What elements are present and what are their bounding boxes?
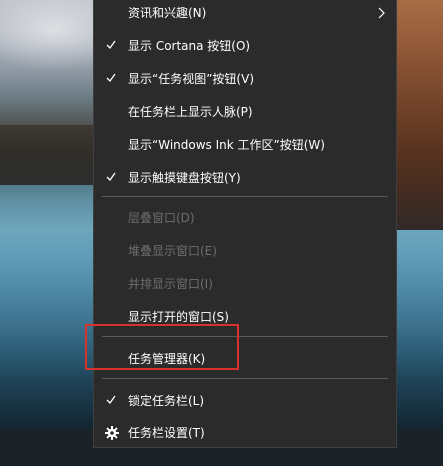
menu-item-show-cortana-button[interactable]: 显示 Cortana 按钮(O) [94,30,396,62]
menu-item-label: 显示 Cortana 按钮(O) [128,39,251,53]
menu-item-label: 显示“Windows Ink 工作区”按钮(W) [128,138,325,152]
checkmark-icon [106,73,116,83]
menu-item-label: 在任务栏上显示人脉(P) [128,105,253,119]
menu-item-lock-taskbar[interactable]: 锁定任务栏(L) [94,385,396,417]
taskbar-context-menu: 资讯和兴趣(N) 显示 Cortana 按钮(O) 显示“任务视图”按钮(V) … [93,0,397,448]
menu-item-label: 资讯和兴趣(N) [128,6,207,20]
menu-separator [102,336,388,337]
menu-item-label: 层叠窗口(D) [128,211,195,225]
menu-item-show-people[interactable]: 在任务栏上显示人脉(P) [94,96,396,128]
menu-item-stack-windows: 堆叠显示窗口(E) [94,235,396,267]
menu-item-label: 显示打开的窗口(S) [128,310,229,324]
wallpaper-rock-right [396,0,443,230]
menu-item-task-manager[interactable]: 任务管理器(K) [94,343,396,375]
menu-item-label: 任务栏设置(T) [128,426,205,440]
menu-item-show-touch-keyboard-button[interactable]: 显示触摸键盘按钮(Y) [94,162,396,194]
menu-item-label: 并排显示窗口(I) [128,277,213,291]
menu-item-cascade-windows: 层叠窗口(D) [94,202,396,234]
menu-item-label: 锁定任务栏(L) [128,394,205,408]
menu-item-label: 显示触摸键盘按钮(Y) [128,171,241,185]
menu-item-taskbar-settings[interactable]: 任务栏设置(T) [94,417,396,449]
checkmark-icon [106,395,116,405]
menu-item-show-task-view-button[interactable]: 显示“任务视图”按钮(V) [94,63,396,95]
menu-item-show-windows-ink-button[interactable]: 显示“Windows Ink 工作区”按钮(W) [94,129,396,161]
menu-separator [102,378,388,379]
gear-icon [105,426,119,440]
menu-separator [102,196,388,197]
menu-item-show-open-windows[interactable]: 显示打开的窗口(S) [94,301,396,333]
wallpaper-rock-left [0,125,100,185]
menu-item-label: 显示“任务视图”按钮(V) [128,72,255,86]
menu-item-label: 任务管理器(K) [128,352,206,366]
menu-item-label: 堆叠显示窗口(E) [128,244,217,258]
menu-item-side-by-side-windows: 并排显示窗口(I) [94,268,396,300]
menu-item-news-interests[interactable]: 资讯和兴趣(N) [94,0,396,29]
chevron-right-icon [378,7,385,19]
checkmark-icon [106,172,116,182]
checkmark-icon [106,40,116,50]
